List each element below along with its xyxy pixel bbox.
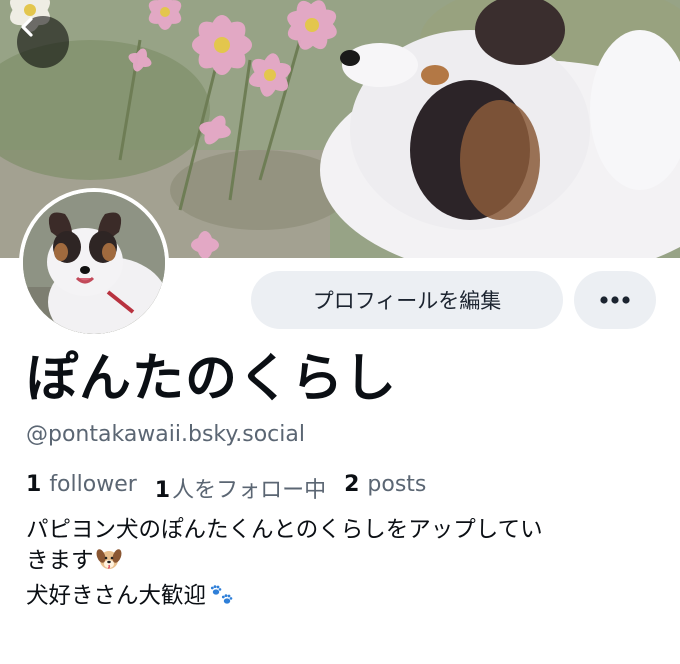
ellipsis-icon [600, 296, 630, 304]
followers-count: 1 [26, 472, 42, 497]
profile-bio: パピヨン犬のぽんたくんとのくらしをアップしてい きます 犬好きさん大歓迎 [26, 515, 666, 616]
chevron-left-icon [21, 17, 33, 37]
paw-prints-emoji-icon [208, 583, 236, 616]
profile-stats: 1 follower 1 人をフォロー中 2 posts [26, 472, 444, 504]
more-options-button[interactable] [574, 271, 656, 329]
posts-label: posts [367, 472, 427, 497]
bio-line-2-text: きます [26, 548, 94, 574]
papillon-avatar-photo [23, 192, 165, 334]
following-link[interactable]: 1 人をフォロー中 [155, 472, 326, 504]
bio-line-2: きます [26, 546, 666, 581]
posts-count: 2 [344, 472, 360, 497]
following-label: 人をフォロー中 [172, 478, 327, 503]
posts-stat: 2 posts [344, 472, 426, 504]
following-count: 1 [154, 478, 171, 503]
avatar[interactable] [19, 188, 169, 338]
bio-line-3: 犬好きさん大歓迎 [26, 581, 666, 616]
display-name: ぽんたのくらし [26, 349, 398, 409]
followers-label: follower [49, 472, 137, 497]
bio-line-1: パピヨン犬のぽんたくんとのくらしをアップしてい [26, 517, 543, 543]
dog-face-emoji-icon [96, 546, 122, 581]
user-handle: @pontakawaii.bsky.social [26, 422, 305, 447]
followers-link[interactable]: 1 follower [26, 472, 137, 504]
edit-profile-button[interactable]: プロフィールを編集 [251, 271, 563, 329]
bio-line-3-text: 犬好きさん大歓迎 [26, 583, 207, 609]
edit-profile-label: プロフィールを編集 [312, 289, 502, 313]
back-button[interactable] [17, 16, 69, 68]
